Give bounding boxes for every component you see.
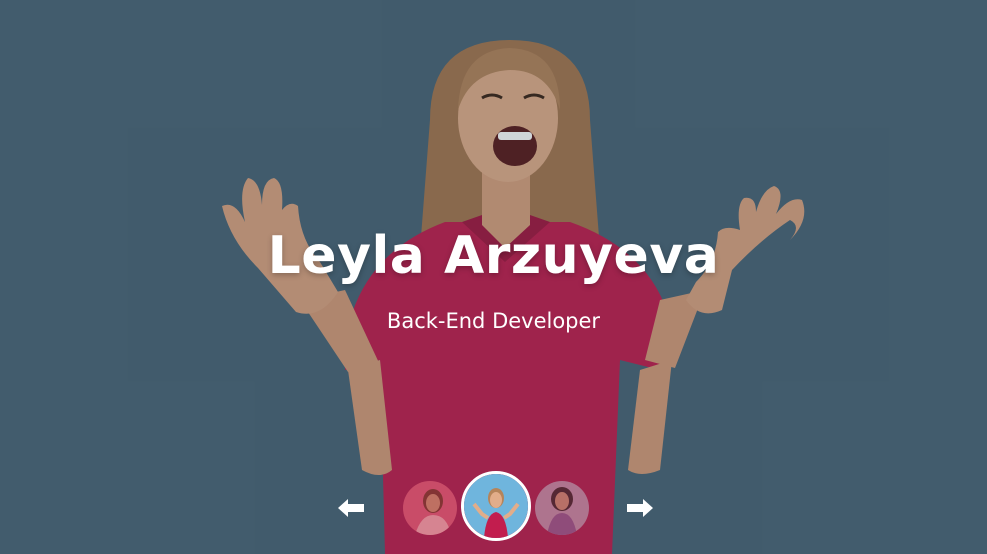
thumbnail-2-active[interactable]: [461, 471, 531, 541]
testimonial-slider: Leyla Arzuyeva Back-End Developer: [0, 0, 987, 554]
arrow-left-icon: [338, 499, 364, 517]
arrow-right-icon: [627, 499, 653, 517]
avatar-woman-dark-hair-icon: [403, 481, 457, 535]
thumbnail-3[interactable]: [535, 481, 589, 535]
person-name: Leyla Arzuyeva: [267, 226, 720, 286]
avatar-woman-curly-hair-icon: [535, 481, 589, 535]
avatar-woman-blonde-active-icon: [464, 474, 528, 538]
next-button[interactable]: [625, 496, 655, 520]
thumbnail-1[interactable]: [403, 481, 457, 535]
prev-button[interactable]: [336, 496, 366, 520]
person-role: Back-End Developer: [386, 309, 601, 333]
